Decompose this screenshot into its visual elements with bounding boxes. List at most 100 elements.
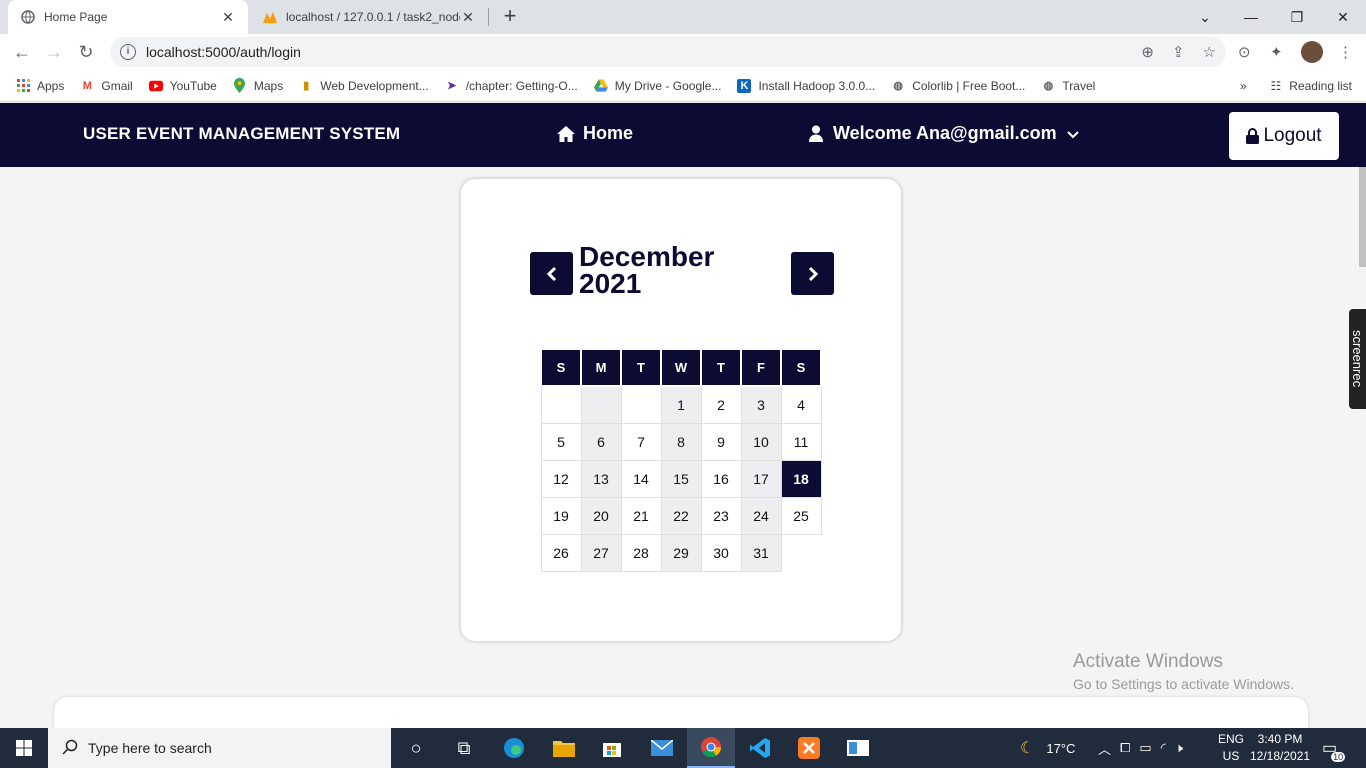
day-cell-today[interactable]: 18 <box>780 459 822 498</box>
day-cell[interactable]: 6 <box>580 422 622 461</box>
month-year-title: December 2021 <box>579 243 714 298</box>
chrome-icon[interactable] <box>687 728 735 768</box>
wifi-icon[interactable]: ◜ <box>1161 740 1166 756</box>
bookmark-maps[interactable]: Maps <box>233 78 283 93</box>
app-brand[interactable]: USER EVENT MANAGEMENT SYSTEM <box>83 124 400 144</box>
day-cell[interactable]: 9 <box>700 422 742 461</box>
screenrec-widget[interactable]: screenrec <box>1349 309 1366 409</box>
bookmark-chapter[interactable]: ➤ /chapter: Getting-O... <box>445 79 578 93</box>
page-scrollbar[interactable] <box>1359 167 1366 267</box>
day-cell[interactable]: 28 <box>620 533 662 572</box>
minimize-button[interactable]: — <box>1228 0 1274 34</box>
logout-button[interactable]: Logout <box>1229 112 1339 160</box>
day-cell[interactable]: 20 <box>580 496 622 535</box>
zoom-icon[interactable]: ⊕ <box>1141 43 1154 61</box>
day-cell[interactable]: 17 <box>740 459 782 498</box>
day-cell[interactable]: 15 <box>660 459 702 498</box>
day-cell[interactable]: 24 <box>740 496 782 535</box>
bookmark-web-development[interactable]: ▮ Web Development... <box>299 79 429 93</box>
day-cell[interactable]: 4 <box>780 385 822 424</box>
app-window-icon[interactable] <box>834 728 882 768</box>
day-cell[interactable]: 31 <box>740 533 782 572</box>
back-arrow-icon[interactable]: ← <box>8 38 36 66</box>
day-cell[interactable]: 21 <box>620 496 662 535</box>
day-cell[interactable]: 19 <box>540 496 582 535</box>
day-cell[interactable]: 16 <box>700 459 742 498</box>
restore-button[interactable]: ❐ <box>1274 0 1320 34</box>
file-explorer-icon[interactable] <box>540 728 588 768</box>
tab-close-icon[interactable]: ✕ <box>460 9 476 26</box>
watermark-title: Activate Windows <box>1073 651 1223 672</box>
bookmark-install-hadoop[interactable]: K Install Hadoop 3.0.0... <box>737 78 875 93</box>
bookmark-gmail[interactable]: M Gmail <box>80 79 133 93</box>
tab-phpmyadmin[interactable]: localhost / 127.0.0.1 / task2_node ✕ <box>250 0 488 34</box>
day-cell[interactable]: 30 <box>700 533 742 572</box>
more-bookmarks-button[interactable]: » <box>1240 79 1247 93</box>
day-cell[interactable]: 12 <box>540 459 582 498</box>
tab-home-page[interactable]: Home Page ✕ <box>8 0 248 34</box>
close-window-button[interactable]: ✕ <box>1320 0 1366 34</box>
extensions-puzzle-icon[interactable]: ✦ <box>1270 41 1283 63</box>
tab-close-icon[interactable]: ✕ <box>220 9 236 26</box>
new-tab-button[interactable]: + <box>498 4 522 28</box>
day-cell[interactable]: 29 <box>660 533 702 572</box>
chevron-up-icon[interactable]: ︿ <box>1098 739 1111 758</box>
edge-icon[interactable] <box>490 728 538 768</box>
day-cell[interactable]: 13 <box>580 459 622 498</box>
bookmark-my-drive[interactable]: My Drive - Google... <box>593 79 721 93</box>
bookmark-colorlib[interactable]: ◍ Colorlib | Free Boot... <box>891 79 1025 93</box>
day-cell[interactable]: 10 <box>740 422 782 461</box>
day-cell[interactable]: 11 <box>780 422 822 461</box>
bookmark-star-icon[interactable]: ☆ <box>1203 43 1216 61</box>
reload-icon[interactable]: ↻ <box>72 38 100 66</box>
bookmark-youtube[interactable]: YouTube <box>148 79 217 93</box>
globe-icon: ◍ <box>1043 80 1054 92</box>
notifications-button[interactable]: ▭ 10 <box>1322 728 1346 768</box>
taskbar-clock[interactable]: 3:40 PM 12/18/2021 <box>1250 731 1310 765</box>
input-language[interactable]: ENG US <box>1218 731 1244 765</box>
day-cell[interactable]: 23 <box>700 496 742 535</box>
calendar-grid: SMTWTFS 1 2 3 4 5 6 7 8 9 10 11 12 13 14 15 16 17 18 19 20 2… <box>540 348 822 572</box>
site-info-icon[interactable]: i <box>120 44 136 60</box>
forward-arrow-icon[interactable]: → <box>40 38 68 66</box>
day-cell[interactable]: 22 <box>660 496 702 535</box>
menu-kebab-icon[interactable]: ⋮ <box>1338 41 1353 63</box>
tab-search-chevron-icon[interactable]: ⌄ <box>1182 0 1228 34</box>
day-cell[interactable]: 8 <box>660 422 702 461</box>
extension-icon[interactable]: ⊙ <box>1238 41 1251 63</box>
day-cell[interactable]: 3 <box>740 385 782 424</box>
battery-icon[interactable]: ▭ <box>1139 740 1151 756</box>
day-cell[interactable]: 1 <box>660 385 702 424</box>
day-cell[interactable]: 5 <box>540 422 582 461</box>
windows-start-button[interactable] <box>0 728 48 768</box>
cortana-icon[interactable]: ○ <box>392 728 440 768</box>
home-nav-link[interactable]: Home <box>557 123 633 144</box>
day-cell[interactable]: 14 <box>620 459 662 498</box>
mail-icon[interactable] <box>638 728 686 768</box>
bookmark-travel[interactable]: ◍ Travel <box>1041 79 1096 93</box>
address-bar[interactable]: i localhost:5000/auth/login ⊕ ⇪ ☆ <box>110 37 1226 67</box>
day-cell[interactable]: 25 <box>780 496 822 535</box>
day-cell[interactable]: 26 <box>540 533 582 572</box>
next-month-button[interactable] <box>791 252 834 295</box>
vscode-icon[interactable] <box>736 728 784 768</box>
day-cell[interactable]: 27 <box>580 533 622 572</box>
store-icon[interactable] <box>588 728 636 768</box>
volume-muted-icon[interactable]: 🕨 <box>1175 740 1183 756</box>
bookmark-apps[interactable]: Apps <box>16 79 64 93</box>
day-cell[interactable]: 7 <box>620 422 662 461</box>
reading-list-button[interactable]: ☷ Reading list <box>1271 79 1352 93</box>
bookmark-label: Apps <box>37 78 65 93</box>
user-dropdown[interactable]: Welcome Ana@gmail.com <box>809 123 1079 144</box>
prev-month-button[interactable] <box>530 252 573 295</box>
weather-widget[interactable]: ☾ 17°C <box>1020 728 1075 768</box>
meet-now-icon[interactable]: ⧠ <box>1120 740 1130 756</box>
taskbar-search-box[interactable]: Type here to search <box>48 728 391 768</box>
task-view-icon[interactable]: ⧉ <box>440 728 488 768</box>
weekday-header: T <box>620 348 662 387</box>
xampp-icon[interactable] <box>785 728 833 768</box>
search-icon <box>62 739 78 758</box>
day-cell[interactable]: 2 <box>700 385 742 424</box>
share-icon[interactable]: ⇪ <box>1172 43 1185 61</box>
profile-avatar[interactable] <box>1301 41 1323 63</box>
